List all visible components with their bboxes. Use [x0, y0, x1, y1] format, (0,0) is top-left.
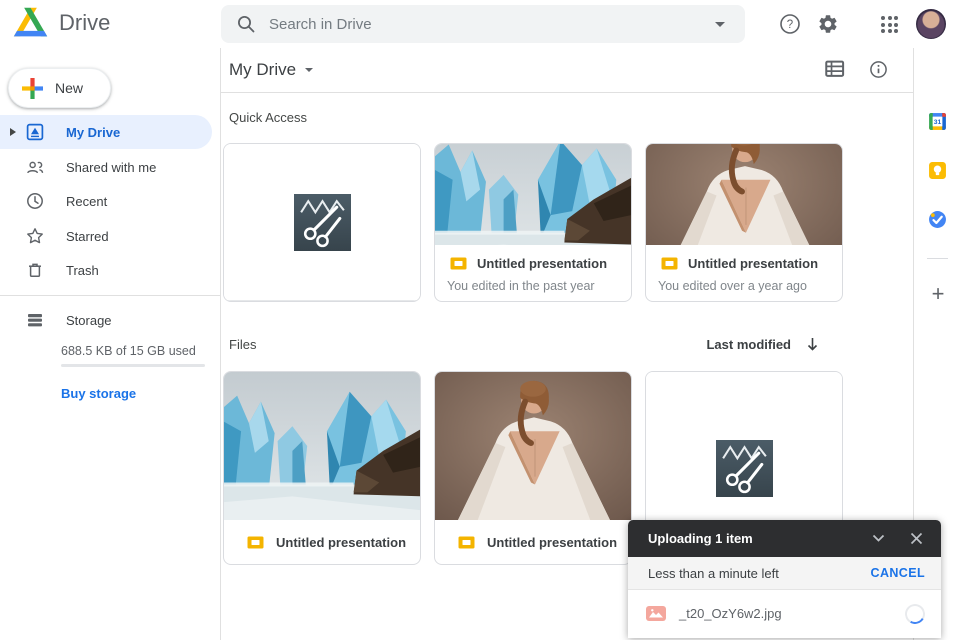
trash-icon	[26, 261, 44, 279]
file-card[interactable]: Untitled presentation	[223, 371, 421, 565]
upload-toast-header: Uploading 1 item	[628, 520, 941, 557]
buy-storage-link[interactable]: Buy storage	[61, 386, 136, 401]
file-title: Untitled presentation	[477, 256, 607, 271]
storage-progress-bar	[61, 364, 205, 367]
close-button[interactable]	[905, 528, 927, 550]
upload-status-bar: Less than a minute left CANCEL	[628, 557, 941, 590]
details-button[interactable]	[869, 60, 889, 80]
close-icon	[910, 532, 923, 545]
top-bar: Drive Search in Drive ?	[0, 0, 960, 48]
clock-icon	[26, 192, 44, 210]
drive-triangle-icon	[13, 7, 48, 38]
file-title: Untitled presentation	[688, 256, 818, 271]
time-remaining: Less than a minute left	[648, 566, 871, 581]
sidebar-item-label: Starred	[66, 229, 109, 244]
search-icon	[236, 14, 256, 34]
slides-file-icon	[661, 257, 678, 270]
files-title: Files	[229, 337, 256, 352]
account-avatar[interactable]	[916, 9, 946, 39]
file-activity: You edited over a year ago	[658, 279, 830, 293]
svg-text:31: 31	[934, 119, 942, 126]
sidebar-item-recent[interactable]: Recent	[0, 184, 212, 218]
search-input[interactable]: Search in Drive	[221, 5, 745, 43]
sort-label: Last modified	[706, 337, 791, 352]
help-button[interactable]: ?	[779, 13, 801, 35]
file-title: Untitled presentation	[276, 535, 406, 550]
sidebar-item-my-drive[interactable]: My Drive	[0, 115, 212, 149]
sidebar-item-storage[interactable]: Storage	[0, 304, 212, 336]
storage-usage-text: 688.5 KB of 15 GB used	[61, 344, 196, 358]
google-apps-grid-icon[interactable]	[881, 16, 898, 33]
file-card[interactable]: Untitled presentation	[434, 371, 632, 565]
main-header: My Drive	[221, 48, 913, 93]
side-panel-divider	[927, 258, 948, 259]
quick-access-card[interactable]: Untitled presentation You edited in the …	[434, 143, 632, 302]
slides-file-icon	[247, 536, 264, 549]
slides-file-icon	[450, 257, 467, 270]
uploading-file-row[interactable]: _t20_OzY6w2.jpg	[628, 590, 941, 637]
google-keep-icon[interactable]	[928, 161, 947, 180]
upload-progress-spinner	[903, 601, 927, 625]
files-header: Files Last modified	[229, 332, 841, 356]
drive-logo[interactable]: Drive	[13, 7, 110, 38]
folder-actions-caret-icon[interactable]	[305, 68, 313, 72]
search-options-caret-icon[interactable]	[715, 22, 725, 27]
new-button-label: New	[55, 80, 83, 96]
quick-access-card[interactable]: Untitled presentation You uploaded over …	[223, 143, 421, 302]
expand-caret-icon[interactable]	[10, 128, 24, 136]
help-icon: ?	[779, 13, 801, 35]
quick-access-title: Quick Access	[229, 110, 307, 125]
storage-icon	[26, 311, 44, 329]
file-title: Untitled presentation	[487, 535, 617, 550]
multicolor-plus-icon	[22, 78, 43, 99]
quick-access-card[interactable]: Untitled presentation You edited over a …	[645, 143, 843, 302]
scissors-clipart-thumbnail	[224, 144, 420, 301]
sidebar-divider	[0, 295, 220, 296]
image-file-icon	[646, 606, 666, 621]
sort-control[interactable]: Last modified	[706, 336, 841, 352]
google-tasks-icon[interactable]	[928, 210, 947, 229]
list-view-icon	[825, 60, 845, 78]
sidebar-item-label: Recent	[66, 194, 107, 209]
uploading-file-name: _t20_OzY6w2.jpg	[679, 606, 905, 621]
sidebar-item-starred[interactable]: Starred	[0, 219, 212, 253]
woman-photo-thumbnail	[435, 372, 631, 520]
info-icon	[869, 60, 888, 79]
storage-label: Storage	[66, 313, 112, 328]
upload-toast-title: Uploading 1 item	[648, 531, 867, 546]
file-activity: You edited in the past year	[447, 279, 619, 293]
sidebar-item-label: Trash	[66, 263, 99, 278]
sidebar-item-shared-with-me[interactable]: Shared with me	[0, 150, 212, 184]
star-icon	[26, 227, 44, 245]
list-view-toggle-button[interactable]	[825, 60, 845, 80]
sidebar: New My Drive	[0, 48, 221, 640]
glacier-photo-thumbnail	[435, 144, 631, 245]
sidebar-item-trash[interactable]: Trash	[0, 253, 212, 287]
get-add-ons-button[interactable]: +	[926, 282, 950, 306]
settings-button[interactable]	[817, 13, 839, 35]
shared-people-icon	[26, 158, 44, 176]
gear-icon	[817, 13, 839, 35]
google-drive-window: Drive Search in Drive ?	[0, 0, 960, 640]
minimize-button[interactable]	[867, 528, 889, 550]
google-calendar-icon[interactable]: 31	[928, 112, 947, 131]
sidebar-item-label: My Drive	[66, 125, 120, 140]
slides-file-icon	[458, 536, 475, 549]
svg-text:?: ?	[787, 19, 793, 31]
breadcrumb-title[interactable]: My Drive	[229, 60, 296, 80]
sidebar-item-label: Shared with me	[66, 160, 156, 175]
app-name: Drive	[59, 10, 110, 36]
chevron-down-icon	[872, 534, 885, 543]
upload-toast: Uploading 1 item Less than a minute left…	[628, 520, 941, 638]
new-button[interactable]: New	[8, 68, 111, 108]
cancel-upload-button[interactable]: CANCEL	[871, 566, 925, 580]
search-placeholder: Search in Drive	[269, 16, 715, 33]
quick-access-row: Untitled presentation You uploaded over …	[223, 143, 843, 302]
woman-photo-thumbnail	[646, 144, 842, 245]
sort-direction-arrow-icon	[805, 336, 820, 352]
my-drive-icon	[26, 123, 44, 141]
glacier-photo-thumbnail	[224, 372, 420, 520]
